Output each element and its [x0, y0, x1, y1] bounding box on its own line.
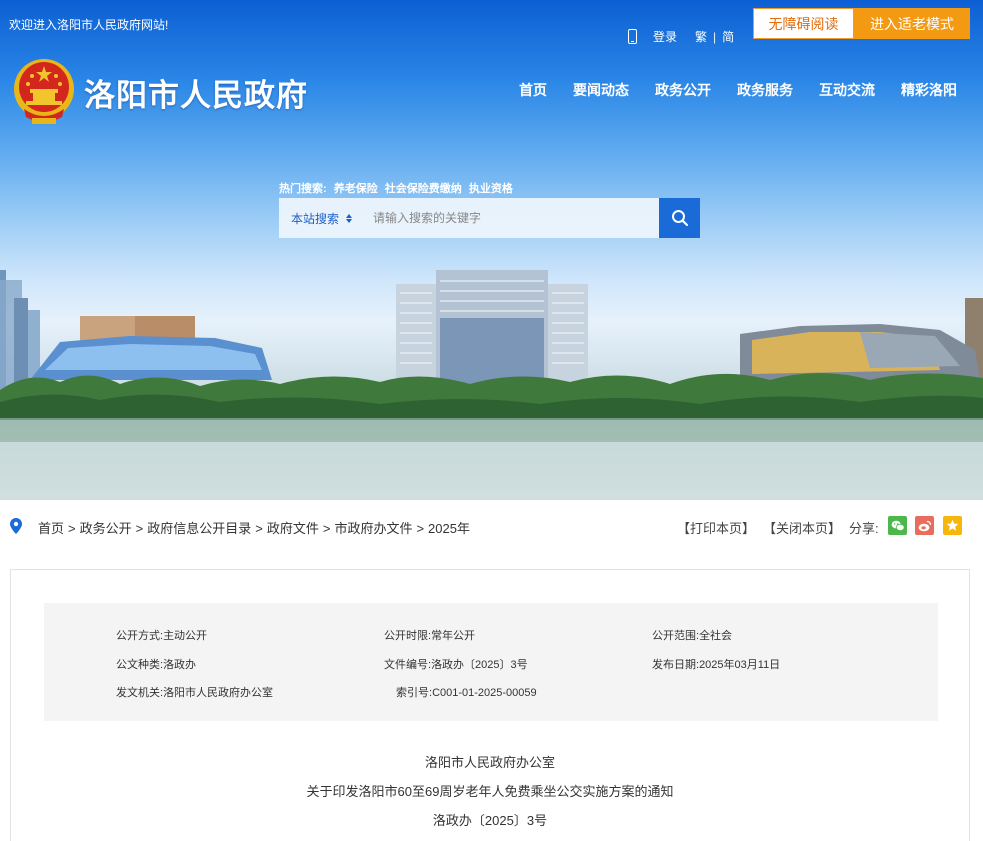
star-icon [946, 519, 959, 531]
search-box: 本站搜索 [279, 198, 700, 238]
breadcrumb-item-gov-open[interactable]: 政务公开 [80, 521, 132, 536]
breadcrumb-separator: > [416, 521, 425, 536]
document-heading: 洛阳市人民政府办公室 关于印发洛阳市60至69周岁老年人免费乘坐公交实施方案的通… [11, 748, 969, 835]
breadcrumb-item-home[interactable]: 首页 [38, 521, 64, 536]
link-divider: | [713, 29, 717, 44]
breadcrumb-separator: > [322, 521, 331, 536]
nav-wonderful-luoyang[interactable]: 精彩洛阳 [901, 80, 957, 100]
favorite-share-button[interactable] [943, 516, 962, 535]
meta-issuer: 发文机关:洛阳市人民政府办公室 [116, 684, 273, 700]
document-number: 洛政办〔2025〕3号 [432, 813, 548, 828]
meta-value: 主动公开 [163, 630, 208, 642]
meta-label: 公开时限: [384, 630, 432, 642]
meta-index-number: 索引号:C001-01-2025-00059 [396, 684, 537, 700]
meta-disclosure-scope: 公开范围:全社会 [652, 627, 732, 643]
meta-value: 洛阳市人民政府办公室 [163, 687, 274, 699]
meta-label: 公开方式: [116, 630, 164, 642]
hot-search-label: 热门搜索: [279, 183, 327, 195]
meta-publish-date: 发布日期:2025年03月11日 [652, 656, 780, 672]
meta-doc-number: 文件编号:洛政办〔2025〕3号 [384, 656, 528, 672]
national-emblem-logo [14, 59, 74, 124]
elder-mode-button[interactable]: 进入适老模式 [854, 8, 970, 39]
breadcrumb-item-office-docs[interactable]: 市政府办文件 [334, 521, 412, 536]
meta-value: 2025年03月11日 [699, 659, 781, 671]
weibo-share-button[interactable] [915, 516, 934, 535]
location-pin-icon [10, 518, 22, 534]
meta-doc-type: 公文种类:洛政办 [116, 656, 196, 672]
breadcrumb-separator: > [135, 521, 144, 536]
search-icon [671, 210, 688, 227]
meta-label: 发布日期: [652, 659, 700, 671]
nav-gov-affairs-open[interactable]: 政务公开 [655, 80, 711, 100]
page-tools: 【打印本页】 【关闭本页】 [677, 518, 849, 537]
search-scope-label: 本站搜索 [291, 211, 340, 226]
meta-disclosure-period: 公开时限:常年公开 [384, 627, 475, 643]
wechat-share-button[interactable] [888, 516, 907, 535]
meta-value: 常年公开 [431, 630, 476, 642]
document-issuer: 洛阳市人民政府办公室 [424, 755, 555, 770]
article-container: 公开方式:主动公开 公开时限:常年公开 公开范围:全社会 公文种类:洛政办 文件… [10, 569, 970, 841]
welcome-text: 欢迎进入洛阳市人民政府网站! [9, 18, 169, 32]
main-nav: 首页 要闻动态 政务公开 政务服务 互动交流 精彩洛阳 [519, 80, 957, 100]
mobile-phone-icon[interactable] [628, 29, 637, 44]
meta-value: 洛政办 [163, 659, 197, 671]
simplified-chinese-link[interactable]: 简 [722, 28, 734, 45]
wechat-icon [891, 520, 905, 531]
breadcrumb-bar: 首页 > 政务公开 > 政府信息公开目录 > 政府文件 > 市政府办文件 >2025年 【打印本页… [0, 510, 983, 542]
meta-label: 文件编号: [384, 659, 432, 671]
print-page-link[interactable]: 【打印本页】 [677, 518, 755, 537]
site-title: 洛阳市人民政府 [84, 78, 308, 113]
sort-arrows-icon [346, 213, 353, 223]
nav-home[interactable]: 首页 [519, 80, 547, 100]
breadcrumb: 首页 > 政务公开 > 政府信息公开目录 > 政府文件 > 市政府办文件 >2025年 [38, 518, 470, 537]
meta-label: 发文机关: [116, 687, 164, 699]
breadcrumb-item-year[interactable]: 2025年 [428, 521, 470, 536]
breadcrumb-item-gov-docs[interactable]: 政府文件 [267, 521, 319, 536]
hot-search-term[interactable]: 养老保险 [334, 183, 378, 195]
accessibility-reading-button[interactable]: 无障碍阅读 [753, 8, 854, 39]
login-link[interactable]: 登录 [653, 28, 677, 45]
weibo-icon [918, 520, 931, 531]
breadcrumb-separator: > [68, 521, 76, 536]
traditional-chinese-link[interactable]: 繁 [695, 28, 707, 45]
hot-search: 热门搜索: 养老保险 社会保险费缴纳 执业资格 [279, 180, 517, 196]
share-label: 分享: [849, 521, 879, 536]
meta-value: C001-01-2025-00059 [432, 687, 537, 699]
document-meta-table: 公开方式:主动公开 公开时限:常年公开 公开范围:全社会 公文种类:洛政办 文件… [44, 603, 938, 721]
nav-gov-services[interactable]: 政务服务 [737, 80, 793, 100]
city-scene-image [0, 270, 983, 500]
meta-value: 全社会 [699, 630, 733, 642]
document-title: 关于印发洛阳市60至69周岁老年人免费乘坐公交实施方案的通知 [306, 784, 674, 799]
breadcrumb-item-info-catalog[interactable]: 政府信息公开目录 [147, 521, 251, 536]
search-input[interactable] [361, 198, 659, 238]
breadcrumb-separator: > [255, 521, 263, 536]
meta-label: 公文种类: [116, 659, 164, 671]
nav-news[interactable]: 要闻动态 [573, 80, 629, 100]
header-banner: 欢迎进入洛阳市人民政府网站! 登录 繁 | 简 无障碍阅读 进入适老模式 洛阳市… [0, 0, 983, 500]
top-links: 登录 繁 | 简 [628, 28, 734, 45]
meta-label: 索引号: [396, 687, 433, 699]
hot-search-term[interactable]: 社会保险费缴纳 [385, 183, 462, 195]
meta-label: 公开范围: [652, 630, 700, 642]
search-scope-select[interactable]: 本站搜索 [279, 210, 361, 227]
meta-disclosure-method: 公开方式:主动公开 [116, 627, 207, 643]
hot-search-term[interactable]: 执业资格 [469, 183, 513, 195]
close-page-link[interactable]: 【关闭本页】 [763, 518, 841, 537]
search-button[interactable] [659, 198, 700, 238]
meta-value: 洛政办〔2025〕3号 [431, 659, 528, 671]
nav-interaction[interactable]: 互动交流 [819, 80, 875, 100]
